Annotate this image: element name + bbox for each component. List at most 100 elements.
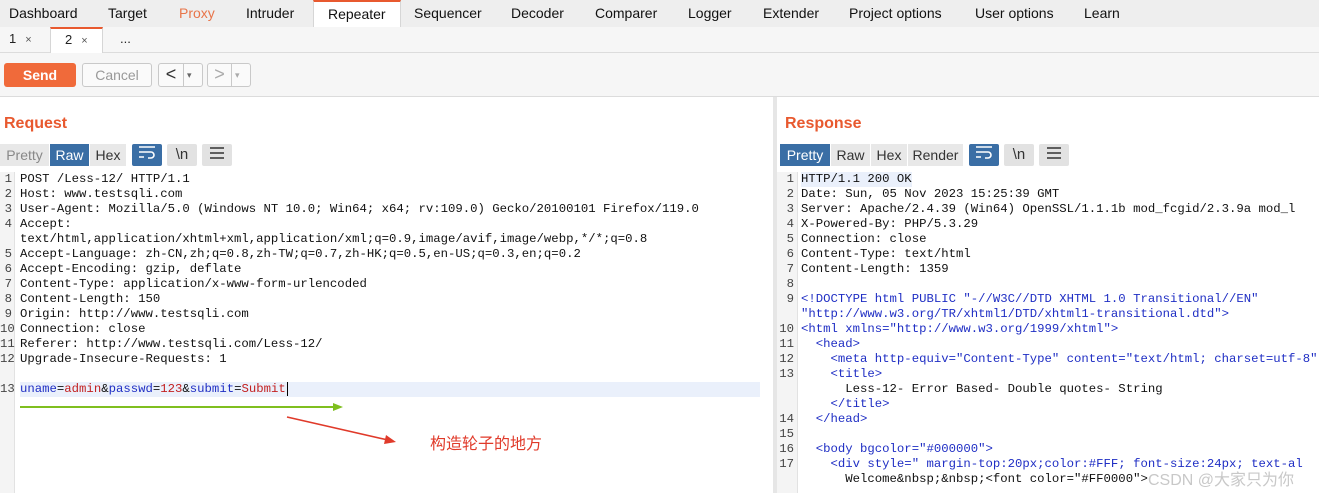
- line-number: 12: [779, 352, 794, 366]
- view-raw[interactable]: Raw: [831, 144, 870, 166]
- close-icon[interactable]: ×: [81, 35, 87, 47]
- line-number: [0, 232, 12, 247]
- response-line[interactable]: </head>: [801, 412, 868, 427]
- repeater-tab-bar: 1 × 2 × ...: [0, 27, 1319, 53]
- red-arrowhead: [384, 435, 396, 444]
- tab-learn[interactable]: Learn: [1084, 0, 1120, 27]
- view-raw[interactable]: Raw: [50, 144, 89, 166]
- new-tab-button[interactable]: ...: [120, 27, 131, 52]
- wrap-icon[interactable]: [132, 144, 162, 166]
- request-line[interactable]: User-Agent: Mozilla/5.0 (Windows NT 10.0…: [20, 202, 699, 217]
- response-line[interactable]: "http://www.w3.org/TR/xhtml1/DTD/xhtml1-…: [801, 307, 1229, 322]
- line-number: 6: [4, 262, 12, 276]
- line-number: 1: [786, 172, 794, 186]
- view-pretty[interactable]: Pretty: [0, 144, 49, 166]
- response-line[interactable]: <!DOCTYPE html PUBLIC "-//W3C//DTD XHTML…: [801, 292, 1259, 307]
- line-number: 11: [0, 337, 15, 351]
- view-pretty[interactable]: Pretty: [780, 144, 830, 166]
- view-hex[interactable]: Hex: [871, 144, 907, 166]
- response-line[interactable]: HTTP/1.1 200 OK: [801, 172, 912, 187]
- response-line[interactable]: Date: Sun, 05 Nov 2023 15:25:39 GMT: [801, 187, 1059, 202]
- request-line[interactable]: Accept:: [20, 217, 72, 232]
- line-number: 3: [786, 202, 794, 216]
- response-line[interactable]: Content-Length: 1359: [801, 262, 949, 277]
- request-line[interactable]: Content-Type: application/x-www-form-url…: [20, 277, 367, 292]
- request-line[interactable]: text/html,application/xhtml+xml,applicat…: [20, 232, 647, 247]
- tab-intruder[interactable]: Intruder: [246, 0, 294, 27]
- request-line[interactable]: Origin: http://www.testsqli.com: [20, 307, 249, 322]
- line-number: 5: [786, 232, 794, 246]
- newline-icon[interactable]: \n: [1004, 144, 1034, 166]
- response-line[interactable]: </title>: [801, 397, 890, 412]
- close-icon[interactable]: ×: [25, 34, 31, 46]
- line-number: 12: [0, 352, 15, 366]
- green-arrowhead: [333, 403, 343, 411]
- line-number: 3: [4, 202, 12, 216]
- repeater-tab-label: 2: [65, 32, 73, 47]
- chevron-down-icon[interactable]: ▾: [183, 64, 195, 86]
- line-number: 13: [779, 367, 794, 381]
- view-hex[interactable]: Hex: [90, 144, 126, 166]
- response-line[interactable]: Connection: close: [801, 232, 926, 247]
- response-line[interactable]: <html xmlns="http://www.w3.org/1999/xhtm…: [801, 322, 1118, 337]
- repeater-toolbar: Send Cancel < ▾ > ▾: [0, 53, 1319, 97]
- line-number: 8: [4, 292, 12, 306]
- request-line[interactable]: Referer: http://www.testsqli.com/Less-12…: [20, 337, 323, 352]
- request-line[interactable]: Host: www.testsqli.com: [20, 187, 182, 202]
- tab-proxy[interactable]: Proxy: [179, 0, 215, 27]
- menu-icon[interactable]: [1039, 144, 1069, 166]
- line-number: 8: [786, 277, 794, 291]
- response-line[interactable]: <meta http-equiv="Content-Type" content=…: [801, 352, 1318, 367]
- repeater-tab-2[interactable]: 2 ×: [50, 27, 103, 53]
- wrap-icon[interactable]: [969, 144, 999, 166]
- line-number: [777, 397, 794, 412]
- line-number: 10: [779, 322, 794, 336]
- response-line[interactable]: <title>: [801, 367, 883, 382]
- request-line[interactable]: Accept-Encoding: gzip, deflate: [20, 262, 241, 277]
- chevron-down-icon[interactable]: ▾: [231, 64, 243, 86]
- tab-logger[interactable]: Logger: [688, 0, 732, 27]
- response-line[interactable]: X-Powered-By: PHP/5.3.29: [801, 217, 978, 232]
- response-editor[interactable]: 1 HTTP/1.1 200 OK 2 Date: Sun, 05 Nov 2023 …: [777, 172, 1319, 493]
- tab-comparer[interactable]: Comparer: [595, 0, 657, 27]
- line-number: [777, 307, 794, 322]
- line-number: 2: [786, 187, 794, 201]
- tab-user-options[interactable]: User options: [975, 0, 1054, 27]
- line-number: 1: [4, 172, 12, 186]
- response-line[interactable]: <head>: [801, 337, 860, 352]
- request-line[interactable]: Content-Length: 150: [20, 292, 160, 307]
- request-title: Request: [4, 115, 68, 132]
- request-line[interactable]: POST /Less-12/ HTTP/1.1: [20, 172, 190, 187]
- tab-extender[interactable]: Extender: [763, 0, 819, 27]
- line-number: 4: [786, 217, 794, 231]
- tab-project-options[interactable]: Project options: [849, 0, 942, 27]
- tab-decoder[interactable]: Decoder: [511, 0, 564, 27]
- tab-dashboard[interactable]: Dashboard: [9, 0, 78, 27]
- repeater-tab-1[interactable]: 1 ×: [9, 27, 32, 52]
- response-line[interactable]: Server: Apache/2.4.39 (Win64) OpenSSL/1.…: [801, 202, 1295, 217]
- response-view-bar: Pretty Raw Hex Render \n: [780, 144, 1080, 166]
- line-number: 17: [779, 457, 794, 471]
- forward-button[interactable]: > ▾: [207, 63, 251, 87]
- send-button[interactable]: Send: [4, 63, 76, 87]
- menu-icon[interactable]: [202, 144, 232, 166]
- response-line[interactable]: Content-Type: text/html: [801, 247, 971, 262]
- tab-target[interactable]: Target: [108, 0, 147, 27]
- response-line[interactable]: Welcome&nbsp;&nbsp;<font color="#FF0000"…: [801, 472, 1148, 487]
- newline-icon[interactable]: \n: [167, 144, 197, 166]
- back-button[interactable]: < ▾: [158, 63, 203, 87]
- view-render[interactable]: Render: [908, 144, 963, 166]
- response-line[interactable]: <body bgcolor="#000000">: [801, 442, 993, 457]
- tab-sequencer[interactable]: Sequencer: [414, 0, 482, 27]
- cancel-button[interactable]: Cancel: [82, 63, 152, 87]
- tab-repeater[interactable]: Repeater: [313, 0, 401, 28]
- request-line[interactable]: Connection: close: [20, 322, 145, 337]
- response-line[interactable]: Less-12- Error Based- Double quotes- Str…: [801, 382, 1162, 397]
- line-number: 10: [0, 322, 15, 336]
- request-line[interactable]: Upgrade-Insecure-Requests: 1: [20, 352, 227, 367]
- line-number: [777, 382, 794, 397]
- line-number: 15: [779, 427, 794, 441]
- line-number: 5: [4, 247, 12, 261]
- request-line[interactable]: Accept-Language: zh-CN,zh;q=0.8,zh-TW;q=…: [20, 247, 581, 262]
- line-number: 14: [779, 412, 794, 426]
